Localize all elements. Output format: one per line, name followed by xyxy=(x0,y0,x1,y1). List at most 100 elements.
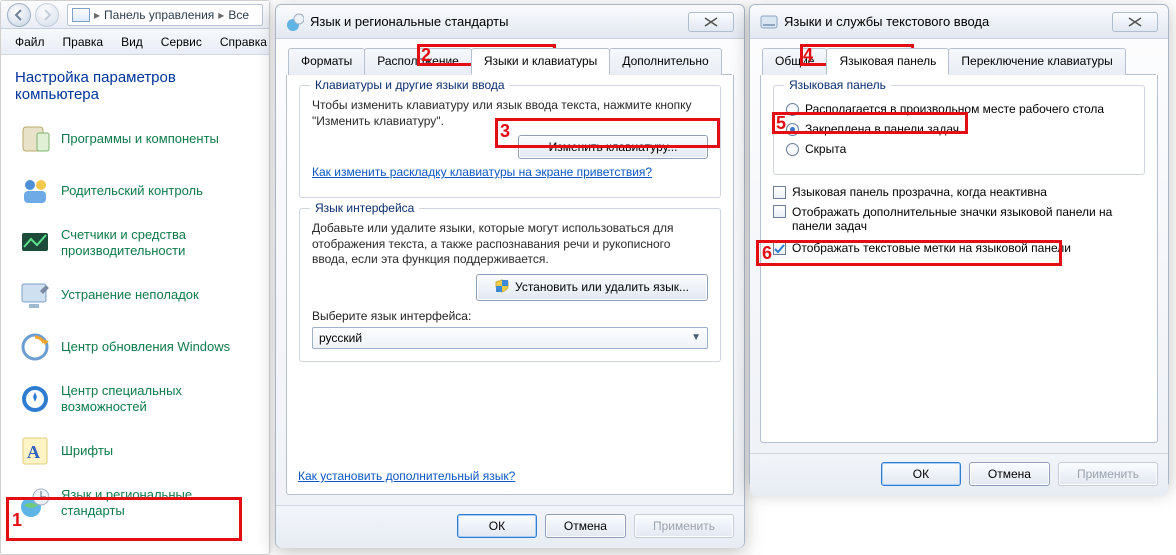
highlight-number-1: 1 xyxy=(12,510,22,531)
cp-item-label: Язык и региональные стандарты xyxy=(61,487,251,518)
control-panel-items: Программы и компоненты Родительский конт… xyxy=(1,113,269,539)
nav-forward-button[interactable] xyxy=(35,3,59,27)
highlight-number-4: 4 xyxy=(803,45,813,66)
programs-icon xyxy=(19,123,51,155)
cp-item-label: Центр обновления Windows xyxy=(61,339,230,355)
textservices-dialog-title-bar: Языки и службы текстового ввода xyxy=(750,5,1168,39)
radio-hidden-label: Скрыта xyxy=(805,142,846,156)
cp-item-region[interactable]: Язык и региональные стандарты xyxy=(11,477,259,529)
radio-icon xyxy=(786,103,799,116)
check-transparent[interactable]: Языковая панель прозрачна, когда неактив… xyxy=(773,185,1145,199)
page-title: Настройка параметров компьютера xyxy=(1,55,269,113)
accessibility-icon xyxy=(19,383,51,415)
textservices-dialog-body: Общие Языковая панель Переключение клави… xyxy=(750,39,1168,453)
cp-item-fonts[interactable]: A Шрифты xyxy=(11,425,259,477)
cp-item-accessibility[interactable]: Центр специальных возможностей xyxy=(11,373,259,425)
region-icon xyxy=(19,487,51,519)
ok-button[interactable]: ОК xyxy=(881,462,961,486)
region-dialog-title: Язык и региональные стандарты xyxy=(310,14,508,29)
breadcrumb-seg-2[interactable]: Все xyxy=(228,8,249,22)
breadcrumb-sep: ▸ xyxy=(94,8,100,22)
group-ui-language-legend: Язык интерфейса xyxy=(310,201,419,215)
menu-file[interactable]: Файл xyxy=(7,32,53,52)
textservices-dialog-buttons: ОК Отмена Применить xyxy=(750,453,1168,496)
radio-docked[interactable]: Закреплена в панели задач xyxy=(786,122,1132,136)
radio-icon xyxy=(786,123,799,136)
region-dialog-icon xyxy=(286,13,304,31)
cp-item-label: Родительский контроль xyxy=(61,183,203,199)
install-language-button[interactable]: Установить или удалить язык... xyxy=(476,274,708,301)
tab-advanced[interactable]: Дополнительно xyxy=(609,48,721,75)
menu-edit[interactable]: Правка xyxy=(55,32,112,52)
welcome-screen-layout-link[interactable]: Как изменить раскладку клавиатуры на экр… xyxy=(312,165,652,179)
ui-language-select-label: Выберите язык интерфейса: xyxy=(312,309,708,323)
highlight-number-6: 6 xyxy=(762,243,772,264)
svg-text:A: A xyxy=(27,442,40,462)
check-transparent-label: Языковая панель прозрачна, когда неактив… xyxy=(792,185,1047,199)
radio-docked-label: Закреплена в панели задач xyxy=(805,122,959,136)
fonts-icon: A xyxy=(19,435,51,467)
tab-location[interactable]: Расположение xyxy=(364,48,472,75)
cp-item-parental[interactable]: Родительский контроль xyxy=(11,165,259,217)
ui-language-select[interactable]: русский ▼ xyxy=(312,327,708,349)
group-langbar-legend: Языковая панель xyxy=(784,78,891,92)
install-additional-language-link[interactable]: Как установить дополнительный язык? xyxy=(298,469,515,483)
textservices-dialog: Языки и службы текстового ввода Общие Яз… xyxy=(749,4,1169,488)
update-icon xyxy=(19,331,51,363)
breadcrumb[interactable]: ▸ Панель управления ▸ Все xyxy=(67,4,263,26)
check-extra-icons[interactable]: Отображать дополнительные значки языково… xyxy=(773,205,1145,233)
checkbox-icon xyxy=(773,186,786,199)
radio-float-label: Располагается в произвольном месте рабоч… xyxy=(805,102,1104,116)
radio-float[interactable]: Располагается в произвольном месте рабоч… xyxy=(786,102,1132,116)
tab-formats[interactable]: Форматы xyxy=(288,48,365,75)
tab-keyboards[interactable]: Языки и клавиатуры xyxy=(471,48,610,75)
region-dialog-body: Форматы Расположение Языки и клавиатуры … xyxy=(276,39,744,505)
menu-view[interactable]: Вид xyxy=(113,32,151,52)
check-text-labels[interactable]: Отображать текстовые метки на языковой п… xyxy=(773,239,1145,257)
textservices-tabs: Общие Языковая панель Переключение клави… xyxy=(762,47,1156,75)
menu-help[interactable]: Справка xyxy=(212,32,275,52)
highlight-number-2: 2 xyxy=(421,45,431,66)
tab-general[interactable]: Общие xyxy=(762,48,827,75)
group-ui-language: Язык интерфейса Добавьте или удалите язы… xyxy=(299,208,721,362)
check-extra-icons-label: Отображать дополнительные значки языково… xyxy=(792,205,1145,233)
close-button[interactable] xyxy=(1112,12,1158,32)
checkbox-icon xyxy=(773,242,786,255)
tab-langbar[interactable]: Языковая панель xyxy=(826,48,949,75)
cp-item-troubleshoot[interactable]: Устранение неполадок xyxy=(11,269,259,321)
perf-icon xyxy=(19,227,51,259)
cp-item-label: Программы и компоненты xyxy=(61,131,219,147)
textservices-dialog-icon xyxy=(760,13,778,31)
highlight-number-5: 5 xyxy=(776,113,786,134)
close-button[interactable] xyxy=(688,12,734,32)
highlight-number-3: 3 xyxy=(500,121,510,142)
cp-item-label: Шрифты xyxy=(61,443,113,459)
region-dialog-buttons: ОК Отмена Применить xyxy=(276,505,744,548)
radio-hidden[interactable]: Скрыта xyxy=(786,142,1132,156)
cp-item-perf[interactable]: Счетчики и средства производительности xyxy=(11,217,259,269)
checkbox-icon xyxy=(773,205,786,218)
region-tabs: Форматы Расположение Языки и клавиатуры … xyxy=(288,47,732,75)
cancel-button[interactable]: Отмена xyxy=(545,514,626,538)
ok-button[interactable]: ОК xyxy=(457,514,537,538)
textservices-dialog-title: Языки и службы текстового ввода xyxy=(784,14,989,29)
control-panel-titlebar: ▸ Панель управления ▸ Все xyxy=(1,1,269,29)
menu-bar: Файл Правка Вид Сервис Справка xyxy=(1,29,269,55)
cp-item-programs[interactable]: Программы и компоненты xyxy=(11,113,259,165)
menu-tools[interactable]: Сервис xyxy=(153,32,210,52)
cp-item-update[interactable]: Центр обновления Windows xyxy=(11,321,259,373)
cp-item-label: Счетчики и средства производительности xyxy=(61,227,251,258)
tab-switch[interactable]: Переключение клавиатуры xyxy=(948,48,1125,75)
apply-button[interactable]: Применить xyxy=(1058,462,1158,486)
chevron-down-icon: ▼ xyxy=(691,332,701,343)
group-langbar: Языковая панель Располагается в произвол… xyxy=(773,85,1145,175)
cp-item-label: Центр специальных возможностей xyxy=(61,383,251,414)
change-keyboard-button[interactable]: Изменить клавиатуру... xyxy=(518,135,708,159)
radio-icon xyxy=(786,143,799,156)
apply-button[interactable]: Применить xyxy=(634,514,734,538)
nav-back-button[interactable] xyxy=(7,3,31,27)
breadcrumb-seg-1[interactable]: Панель управления xyxy=(104,8,214,22)
group-ui-language-desc: Добавьте или удалите языки, которые могу… xyxy=(312,221,708,268)
install-language-button-label: Установить или удалить язык... xyxy=(515,280,689,294)
cancel-button[interactable]: Отмена xyxy=(969,462,1050,486)
